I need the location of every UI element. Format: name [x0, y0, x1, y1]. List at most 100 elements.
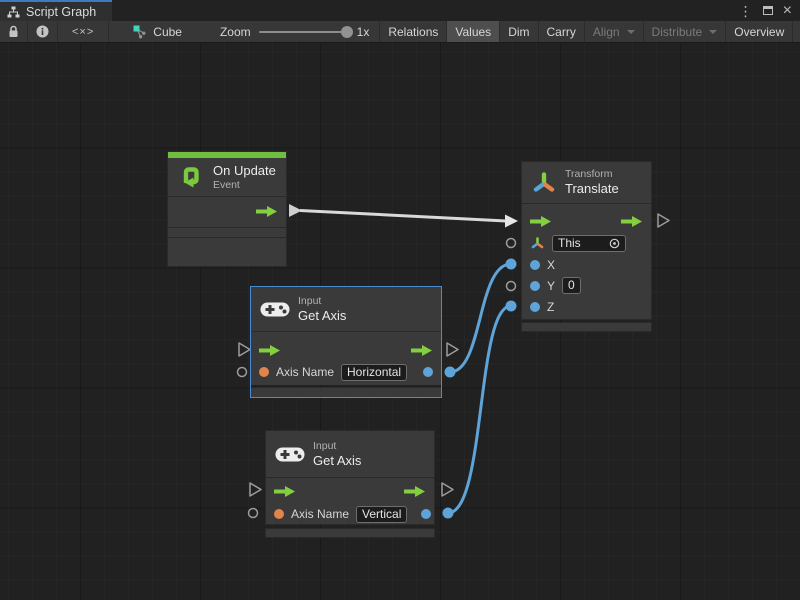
translate-x-row: X [522, 254, 651, 275]
node-title: Get Axis [298, 308, 346, 324]
flow-wire-on-update-to-translate[interactable] [300, 211, 506, 222]
flow-arrow-out-icon[interactable] [621, 215, 643, 228]
axis-value-port-dot[interactable] [423, 367, 433, 377]
graph-network-icon [133, 25, 147, 39]
flow-input-port-get-axis-vertical[interactable] [250, 483, 261, 496]
axis-name-field[interactable]: Horizontal [341, 364, 407, 381]
axis-name-label: Axis Name [291, 507, 349, 521]
y-port-dot[interactable] [530, 281, 540, 291]
flow-input-port-translate[interactable] [505, 215, 518, 228]
axis-name-field[interactable]: Vertical [356, 506, 407, 523]
node-title: On Update [213, 163, 276, 179]
node-on-update-footer [167, 227, 287, 238]
flow-arrow-in-icon[interactable] [530, 215, 552, 228]
node-get-axis-vertical[interactable]: Input Get Axis Axis Name Vertical [265, 430, 435, 525]
flow-output-port-get-axis-vertical[interactable] [442, 483, 453, 496]
close-icon[interactable]: × [783, 3, 792, 19]
graph-name: Cube [153, 25, 182, 39]
dim-button[interactable]: Dim [499, 21, 537, 42]
node-get-axis-vertical-header: Input Get Axis [266, 431, 434, 478]
toolbar-left-group: <×> [0, 21, 109, 42]
z-port-dot[interactable] [530, 302, 540, 312]
translate-z-row: Z [522, 296, 651, 317]
node-get-axis-vertical-footer [265, 528, 435, 538]
y-port-label: Y [547, 279, 555, 293]
translate-target-row: This [522, 232, 651, 254]
overview-button[interactable]: Overview [725, 21, 792, 42]
dropdown-arrow-icon [627, 30, 635, 34]
axis-name-port-dot[interactable] [274, 509, 284, 519]
translate-flow-row [522, 210, 651, 232]
values-button[interactable]: Values [446, 21, 499, 42]
node-get-axis-horizontal-header: Input Get Axis [251, 287, 441, 332]
y-value-field[interactable]: 0 [562, 277, 581, 294]
maximize-icon[interactable] [763, 6, 773, 15]
node-get-axis-horizontal[interactable]: Input Get Axis Axis Name Horizontal [250, 286, 442, 398]
value-input-port-axis-name-horizontal[interactable] [238, 368, 247, 377]
fullscreen-button[interactable]: Full Screen [792, 21, 800, 42]
distribute-dropdown[interactable]: Distribute [643, 21, 726, 42]
zoom-value: 1x [357, 25, 370, 39]
tab-script-graph[interactable]: Script Graph [0, 0, 112, 21]
value-input-port-y[interactable] [507, 282, 516, 291]
code-view-button[interactable]: <×> [58, 21, 109, 42]
node-category: Input [313, 440, 361, 453]
node-subtitle: Event [213, 179, 276, 192]
zoom-slider-handle[interactable] [341, 26, 353, 38]
object-picker-icon[interactable] [609, 238, 620, 249]
value-wire-vertical-to-z[interactable] [448, 306, 511, 513]
node-get-axis-horizontal-footer [251, 387, 441, 397]
node-on-update-header: On Update Event [168, 158, 286, 197]
node-translate-header: Transform Translate [522, 162, 651, 204]
target-field-value: This [558, 236, 581, 251]
x-port-dot[interactable] [530, 260, 540, 270]
value-input-port-x[interactable] [506, 259, 517, 270]
graph-breadcrumb[interactable]: Cube [123, 21, 192, 42]
node-translate[interactable]: Transform Translate This [521, 161, 652, 320]
get-axis-vertical-param-row: Axis Name Vertical [266, 503, 434, 525]
value-wire-horizontal-to-x[interactable] [450, 264, 511, 372]
graph-canvas[interactable]: On Update Event Transform [0, 43, 800, 600]
flow-arrow-in-icon[interactable] [274, 485, 296, 498]
get-axis-horizontal-flow-row [251, 339, 441, 361]
flow-arrow-out-icon[interactable] [256, 205, 278, 218]
node-title: Get Axis [313, 453, 361, 469]
inspect-button[interactable] [28, 21, 58, 42]
z-port-label: Z [547, 300, 554, 314]
carry-button[interactable]: Carry [538, 21, 584, 42]
zoom-slider[interactable] [259, 31, 349, 33]
value-input-port-axis-name-vertical[interactable] [249, 509, 258, 518]
transform-mini-icon [530, 236, 545, 251]
x-port-label: X [547, 258, 555, 272]
flow-arrow-out-icon[interactable] [404, 485, 426, 498]
value-input-port-target[interactable] [507, 239, 516, 248]
value-input-port-z[interactable] [506, 301, 517, 312]
loop-event-icon [177, 163, 205, 191]
menu-kebab-icon[interactable]: ⋮ [739, 4, 753, 18]
flow-output-port-get-axis-horizontal[interactable] [447, 343, 458, 356]
axis-value-port-dot[interactable] [421, 509, 431, 519]
node-on-update[interactable]: On Update Event [167, 151, 287, 267]
target-field[interactable]: This [552, 235, 626, 252]
align-dropdown[interactable]: Align [584, 21, 643, 42]
relations-button[interactable]: Relations [379, 21, 446, 42]
value-output-port-get-axis-horizontal[interactable] [445, 367, 456, 378]
on-update-flow-row [168, 197, 286, 225]
gamepad-icon [260, 300, 290, 319]
flow-input-port-get-axis-horizontal[interactable] [239, 343, 250, 356]
zoom-control: Zoom 1x [210, 21, 379, 42]
flow-arrow-in-icon[interactable] [259, 344, 281, 357]
axis-name-port-dot[interactable] [259, 367, 269, 377]
get-axis-horizontal-param-row: Axis Name Horizontal [251, 361, 441, 383]
value-output-port-get-axis-vertical[interactable] [443, 508, 454, 519]
window-controls: ⋮ × [739, 0, 800, 21]
lock-icon [8, 25, 19, 38]
node-title: Translate [565, 181, 619, 197]
flow-output-port-translate[interactable] [658, 214, 669, 227]
get-axis-vertical-flow-row [266, 480, 434, 502]
flow-arrow-out-icon[interactable] [411, 344, 433, 357]
lock-button[interactable] [0, 21, 28, 42]
translate-y-row: Y 0 [522, 275, 651, 296]
axis-name-label: Axis Name [276, 365, 334, 379]
gamepad-icon [275, 445, 305, 464]
